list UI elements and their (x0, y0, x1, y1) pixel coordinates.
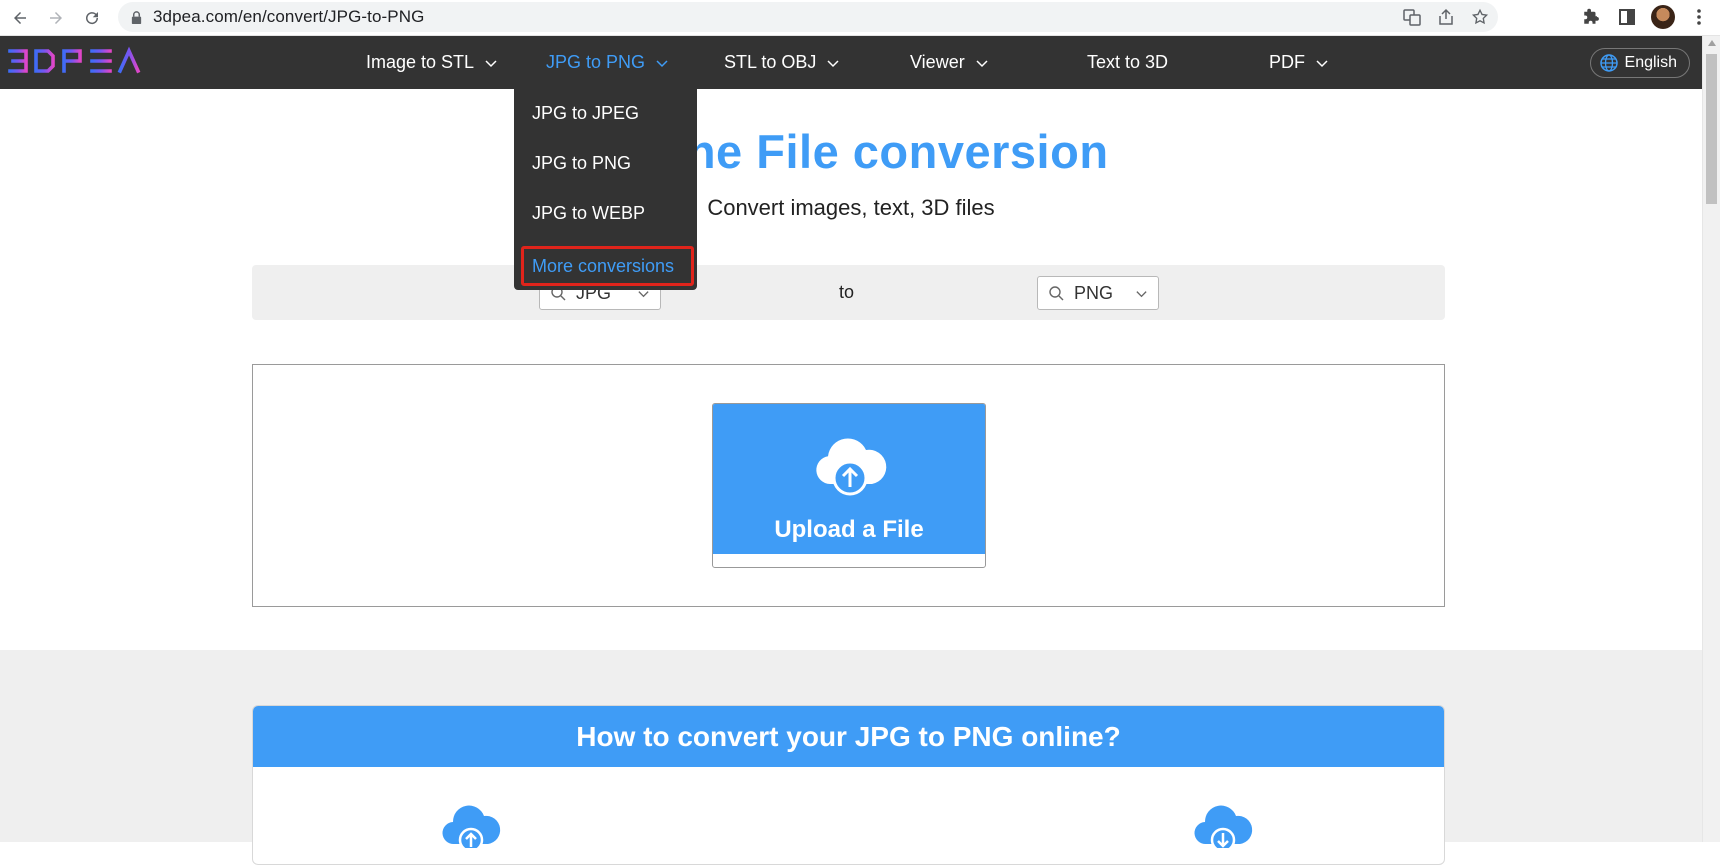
bookmark-star-icon[interactable] (1470, 7, 1490, 27)
browser-toolbar: 3dpea.com/en/convert/JPG-to-PNG (0, 0, 1720, 36)
to-format-value: PNG (1074, 282, 1114, 303)
nav-pdf[interactable]: PDF (1269, 36, 1329, 89)
profile-avatar[interactable] (1650, 3, 1676, 31)
reload-icon[interactable] (76, 2, 108, 34)
howto-card: How to convert your JPG to PNG online? (252, 705, 1445, 865)
nav-label: PDF (1269, 52, 1305, 72)
back-icon[interactable] (4, 2, 36, 34)
upload-file-button[interactable]: Upload a File (712, 403, 986, 568)
jpg-to-png-dropdown-menu: JPG to JPEG JPG to PNG JPG to WEBP More … (514, 89, 697, 290)
nav-text-to-3d[interactable]: Text to 3D (1087, 36, 1168, 89)
cloud-download-icon (1194, 805, 1253, 848)
language-selector[interactable]: English (1589, 48, 1690, 78)
scroll-thumb[interactable] (1706, 54, 1717, 204)
chevron-down-icon (827, 59, 839, 67)
nav-label: Text to 3D (1087, 52, 1169, 72)
nav-label: Image to STL (366, 52, 475, 72)
url-text: 3dpea.com/en/convert/JPG-to-PNG (153, 7, 425, 26)
globe-icon (1599, 54, 1618, 72)
chevron-down-icon (1316, 59, 1328, 67)
upload-drop-zone[interactable]: Upload a File (252, 364, 1445, 607)
chevron-down-icon (485, 59, 497, 67)
to-format-select[interactable]: PNG (1037, 276, 1159, 310)
translate-icon[interactable] (1402, 7, 1422, 27)
language-label: English (1624, 54, 1677, 71)
menu-item-more-conversions[interactable]: More conversions (521, 246, 694, 286)
side-panel-icon[interactable] (1614, 3, 1640, 31)
scroll-up-arrow[interactable] (1708, 40, 1716, 46)
nav-stl-to-obj[interactable]: STL to OBJ (724, 36, 840, 89)
forward-icon[interactable] (40, 2, 72, 34)
share-icon[interactable] (1436, 7, 1456, 27)
nav-viewer[interactable]: Viewer (910, 36, 989, 89)
nav-image-to-stl[interactable]: Image to STL (366, 36, 498, 89)
chevron-down-icon (1136, 290, 1147, 297)
page-subtitle: Convert images, text, 3D files (707, 195, 995, 220)
address-bar[interactable]: 3dpea.com/en/convert/JPG-to-PNG (118, 2, 1498, 32)
cloud-upload-icon (816, 438, 887, 496)
page-scrollbar[interactable] (1702, 36, 1720, 842)
menu-item-jpg-to-jpeg[interactable]: JPG to JPEG (532, 103, 639, 124)
format-selector-bar: JPG to PNG (252, 265, 1445, 320)
to-label: to (839, 282, 855, 302)
menu-item-jpg-to-png[interactable]: JPG to PNG (532, 153, 631, 174)
nav-label: STL to OBJ (724, 52, 817, 72)
chevron-down-icon (976, 59, 988, 67)
nav-label: Viewer (910, 52, 965, 72)
nav-label: JPG to PNG (546, 52, 646, 72)
cloud-upload-icon (442, 805, 501, 848)
nav-jpg-to-png[interactable]: JPG to PNG (546, 36, 669, 89)
howto-title: How to convert your JPG to PNG online? (253, 706, 1444, 767)
lock-icon (131, 10, 142, 24)
upload-label: Upload a File (774, 516, 924, 543)
site-header: Image to STL JPG to PNG STL to OBJ Viewe… (0, 36, 1702, 89)
menu-item-jpg-to-webp[interactable]: JPG to WEBP (532, 203, 645, 224)
page-title: Online File conversion (593, 125, 1109, 178)
extensions-icon[interactable] (1578, 3, 1604, 31)
site-logo[interactable] (8, 45, 146, 79)
search-icon (1049, 286, 1064, 301)
chevron-down-icon (656, 59, 668, 67)
browser-menu-icon[interactable] (1686, 3, 1712, 31)
